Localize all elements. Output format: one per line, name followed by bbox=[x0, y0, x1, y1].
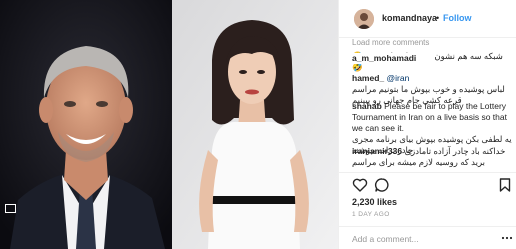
post-side-panel: komandnaya • Follow Load more comments ش… bbox=[338, 0, 516, 249]
photo-woman-portrait bbox=[172, 0, 338, 249]
gallery-icon bbox=[5, 204, 16, 213]
separator-dot: • bbox=[436, 13, 440, 23]
comment-username[interactable]: iraniamir336 bbox=[352, 146, 402, 156]
comments-list: Load more comments شبکه سه هم نشون میده … bbox=[339, 38, 516, 172]
comment-bubble-icon[interactable] bbox=[374, 177, 390, 193]
comment-username[interactable]: hamed_ bbox=[352, 73, 384, 83]
comment-username[interactable]: shahab bbox=[352, 101, 382, 111]
post-header: komandnaya • Follow bbox=[339, 0, 516, 38]
add-comment-bar bbox=[339, 226, 516, 249]
instagram-post: komandnaya • Follow Load more comments ش… bbox=[0, 0, 516, 249]
bookmark-icon[interactable] bbox=[497, 177, 513, 193]
comment-item: a_m_mohamadi bbox=[352, 53, 432, 64]
post-timestamp[interactable]: 1 DAY AGO bbox=[352, 211, 390, 218]
more-options-icon[interactable] bbox=[501, 233, 513, 243]
comment-username[interactable]: a_m_mohamadi bbox=[352, 53, 416, 63]
comment-item: shahab Please be fair to play the Lotter… bbox=[352, 101, 512, 134]
avatar[interactable] bbox=[354, 9, 374, 29]
heart-icon[interactable] bbox=[352, 177, 368, 193]
comment-item: iraniamir336 خداکنه باد چادر آزاده تاماد… bbox=[352, 146, 512, 168]
comment-mention[interactable]: @iran bbox=[387, 73, 410, 83]
likes-count[interactable]: 2,230 likes bbox=[352, 197, 397, 207]
follow-button[interactable]: Follow bbox=[443, 13, 472, 23]
post-media[interactable] bbox=[0, 0, 338, 249]
add-comment-input[interactable] bbox=[352, 232, 492, 245]
post-actions bbox=[339, 172, 516, 194]
photo-man-portrait bbox=[0, 0, 172, 249]
load-more-comments-link[interactable]: Load more comments bbox=[352, 38, 429, 47]
username-link[interactable]: komandnaya bbox=[382, 13, 437, 23]
